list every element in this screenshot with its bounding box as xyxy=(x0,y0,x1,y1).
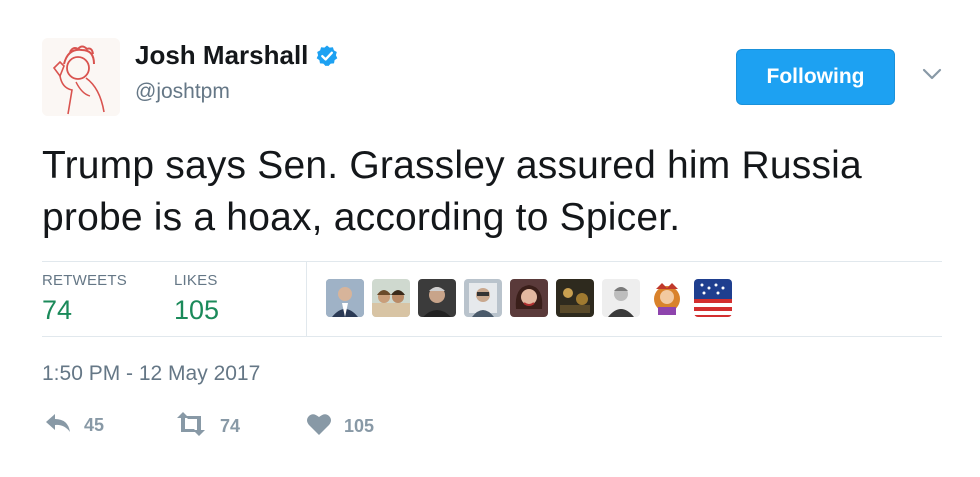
verified-badge-icon xyxy=(315,44,339,68)
retweet-action[interactable]: 74 xyxy=(174,412,240,441)
author-name-row[interactable]: Josh Marshall xyxy=(135,40,339,71)
author-avatar[interactable] xyxy=(42,38,120,116)
following-button[interactable]: Following xyxy=(736,49,895,105)
retweet-count: 74 xyxy=(220,416,241,436)
likes-stat[interactable]: LIKES 105 xyxy=(174,272,219,326)
like-count: 105 xyxy=(344,416,375,436)
reply-icon xyxy=(44,412,72,439)
liker-avatar-7[interactable] xyxy=(602,279,640,317)
liker-avatar-6[interactable] xyxy=(556,279,594,317)
stats-bottom-divider xyxy=(42,336,942,337)
liker-avatar-5[interactable] xyxy=(510,279,548,317)
author-handle[interactable]: @joshtpm xyxy=(135,80,230,104)
liker-avatar-2[interactable] xyxy=(372,279,410,317)
retweet-icon xyxy=(174,412,208,441)
likes-value: 105 xyxy=(174,295,220,325)
retweets-label: RETWEETS xyxy=(42,272,127,289)
tweet-text: Trump says Sen. Grassley assured him Rus… xyxy=(42,144,862,239)
stats-top-divider xyxy=(42,261,942,262)
liker-avatar-4[interactable] xyxy=(464,279,502,317)
reply-action[interactable]: 45 xyxy=(44,412,104,439)
tweet-timestamp[interactable]: 1:50 PM - 12 May 2017 xyxy=(42,362,260,386)
liker-avatar-8[interactable] xyxy=(648,279,686,317)
retweets-value: 74 xyxy=(42,295,73,325)
chevron-down-icon[interactable] xyxy=(922,67,942,81)
like-action[interactable]: 105 xyxy=(306,412,374,441)
likers-avatar-list xyxy=(326,279,740,317)
reply-count: 45 xyxy=(84,415,105,435)
liker-avatar-9[interactable] xyxy=(694,279,732,317)
liker-avatar-1[interactable] xyxy=(326,279,364,317)
author-name[interactable]: Josh Marshall xyxy=(135,40,308,71)
retweets-stat[interactable]: RETWEETS 74 xyxy=(42,272,127,326)
liker-avatar-3[interactable] xyxy=(418,279,456,317)
likes-label: LIKES xyxy=(174,272,218,289)
heart-icon xyxy=(306,412,332,441)
stats-separator xyxy=(306,262,307,336)
